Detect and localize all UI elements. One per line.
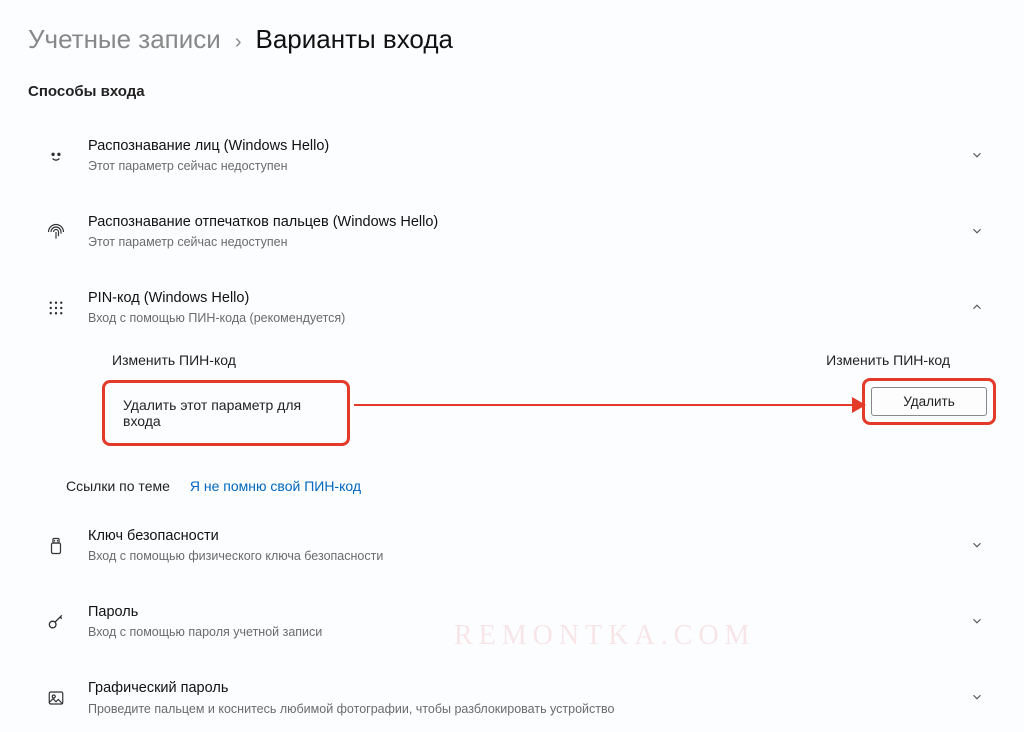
pin-expanded-panel: Изменить ПИН-код Изменить ПИН-код Удалит…: [28, 342, 996, 494]
change-pin-label: Изменить ПИН-код: [84, 352, 236, 368]
chevron-up-icon: [970, 300, 986, 316]
option-pin[interactable]: PIN-код (Windows Hello) Вход с помощью П…: [28, 274, 996, 342]
pin-pad-icon: [42, 299, 70, 317]
breadcrumb-parent[interactable]: Учетные записи: [28, 24, 221, 55]
remove-pin-label: Удалить этот параметр для входа: [123, 397, 301, 429]
option-subtitle: Проведите пальцем и коснитесь любимой фо…: [88, 700, 970, 719]
option-subtitle: Вход с помощью пароля учетной записи: [88, 623, 970, 642]
usb-key-icon: [42, 536, 70, 556]
breadcrumb-separator: ›: [235, 31, 242, 54]
option-title: PIN-код (Windows Hello): [88, 288, 970, 308]
option-subtitle: Этот параметр сейчас недоступен: [88, 157, 970, 176]
option-subtitle: Вход с помощью ПИН-кода (рекомендуется): [88, 309, 970, 328]
related-links-label: Ссылки по теме: [66, 478, 170, 494]
option-title: Графический пароль: [88, 678, 970, 698]
option-picture-password[interactable]: Графический пароль Проведите пальцем и к…: [28, 664, 996, 732]
option-subtitle: Этот параметр сейчас недоступен: [88, 233, 970, 252]
fingerprint-icon: [42, 222, 70, 242]
chevron-down-icon: [970, 224, 986, 240]
option-title: Распознавание отпечатков пальцев (Window…: [88, 212, 970, 232]
option-title: Распознавание лиц (Windows Hello): [88, 136, 970, 156]
breadcrumb-current: Варианты входа: [255, 24, 452, 55]
annotation-arrow: [354, 404, 858, 406]
key-icon: [42, 612, 70, 632]
breadcrumb: Учетные записи › Варианты входа: [28, 24, 996, 55]
chevron-down-icon: [970, 538, 986, 554]
option-fingerprint[interactable]: Распознавание отпечатков пальцев (Window…: [28, 198, 996, 266]
chevron-down-icon: [970, 148, 986, 164]
change-pin-action: Изменить ПИН-код: [826, 352, 996, 368]
option-subtitle: Вход с помощью физического ключа безопас…: [88, 547, 970, 566]
option-face-recognition[interactable]: Распознавание лиц (Windows Hello) Этот п…: [28, 122, 996, 190]
remove-button-highlight: Удалить: [862, 378, 996, 425]
forgot-pin-link[interactable]: Я не помню свой ПИН-код: [190, 478, 361, 494]
option-security-key[interactable]: Ключ безопасности Вход с помощью физичес…: [28, 512, 996, 580]
option-password[interactable]: Пароль Вход с помощью пароля учетной зап…: [28, 588, 996, 656]
chevron-down-icon: [970, 614, 986, 630]
remove-pin-highlight: Удалить этот параметр для входа: [102, 380, 350, 446]
face-icon: [42, 146, 70, 166]
chevron-down-icon: [970, 690, 986, 706]
option-title: Ключ безопасности: [88, 526, 970, 546]
option-title: Пароль: [88, 602, 970, 622]
remove-button[interactable]: Удалить: [871, 387, 987, 416]
section-title: Способы входа: [28, 83, 996, 100]
